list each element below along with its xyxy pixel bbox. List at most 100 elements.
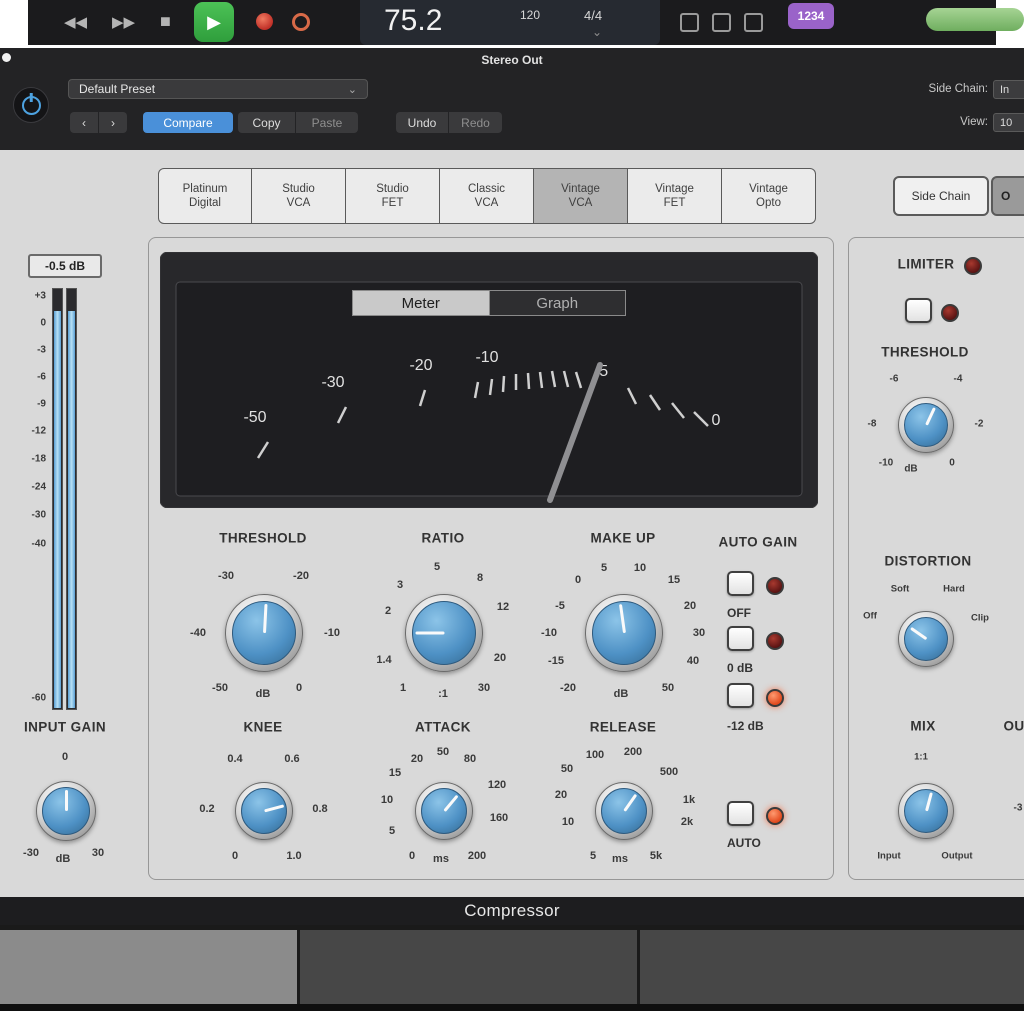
knob-label: -15	[548, 655, 564, 667]
limiter-button[interactable]	[905, 298, 932, 323]
knob-label: 1.0	[286, 850, 301, 862]
background-bottom-strip	[0, 1004, 1024, 1011]
vu-scale-label: 0	[712, 412, 721, 429]
rewind-icon[interactable]: ◀◀	[64, 13, 87, 31]
knob-cap	[412, 601, 476, 665]
input-gain-knob[interactable]	[36, 781, 96, 841]
knob-label: dB	[256, 688, 271, 700]
limiter-threshold-knob[interactable]	[898, 397, 954, 453]
mix-knob[interactable]	[898, 783, 954, 839]
chevron-down-icon[interactable]: ⌄	[592, 25, 602, 39]
knob-label: 30	[478, 682, 490, 694]
undo-label: Undo	[408, 116, 437, 130]
knob-label: -10	[324, 627, 340, 639]
knob-label: -10	[541, 627, 557, 639]
toolbar-icon-2[interactable]	[712, 13, 731, 32]
autogain-off-button[interactable]	[727, 571, 754, 596]
tab-label: Digital	[189, 196, 221, 210]
stop-icon[interactable]: ■	[160, 11, 171, 32]
auto-release-button[interactable]	[727, 801, 754, 826]
side-chain-dropdown[interactable]: In	[993, 80, 1024, 99]
knee-knob[interactable]	[235, 782, 293, 840]
attack-knob[interactable]	[415, 782, 473, 840]
tab-label: Studio	[282, 182, 315, 196]
vu-scale-label: -30	[321, 374, 344, 391]
knob-label: dB	[56, 853, 71, 865]
knob-label: ms	[612, 853, 628, 865]
model-tab-platinum-digital[interactable]: PlatinumDigital	[158, 168, 252, 224]
forward-arrow-icon: ›	[111, 116, 115, 130]
knob-label: 0	[409, 850, 415, 862]
cycle-icon[interactable]	[292, 13, 310, 31]
model-tab-vintage-opto[interactable]: VintageOpto	[722, 168, 816, 224]
preset-dropdown[interactable]: Default Preset ⌄	[68, 79, 368, 99]
limiter-threshold-title: THRESHOLD	[881, 345, 969, 360]
knob-label: 160	[490, 812, 508, 824]
autogain-minus12-button[interactable]	[727, 683, 754, 708]
readout-value: -0.5 dB	[45, 259, 85, 273]
knob-label: 2	[385, 605, 391, 617]
view-dropdown[interactable]: 10	[993, 113, 1024, 132]
side-chain-button[interactable]: Side Chain	[893, 176, 989, 216]
knob-cap	[601, 788, 647, 834]
threshold-title: THRESHOLD	[219, 531, 307, 546]
distortion-knob[interactable]	[898, 611, 954, 667]
knob-label: 5k	[650, 850, 662, 862]
side-chain-segment-label: O	[1001, 189, 1010, 203]
compare-label: Compare	[163, 116, 212, 130]
fast-forward-icon[interactable]: ▶▶	[112, 13, 135, 31]
background-region-right	[640, 930, 1024, 1004]
copy-button[interactable]: Copy	[238, 112, 295, 133]
paste-button[interactable]: Paste	[296, 112, 358, 133]
ratio-knob[interactable]	[405, 594, 483, 672]
play-button[interactable]: ▶	[194, 2, 234, 42]
side-chain-segment[interactable]: O	[991, 176, 1024, 216]
makeup-knob[interactable]	[585, 594, 663, 672]
model-tab-vintage-fet[interactable]: VintageFET	[628, 168, 722, 224]
knee-title: KNEE	[243, 720, 282, 735]
meter-tab[interactable]: Meter	[353, 291, 489, 315]
knob-label: 80	[464, 753, 476, 765]
knob-label: dB	[904, 464, 917, 475]
compare-button[interactable]: Compare	[143, 112, 233, 133]
redo-label: Redo	[461, 116, 490, 130]
toolbar-icon-1[interactable]	[680, 13, 699, 32]
toolbar-icon-3[interactable]	[744, 13, 763, 32]
view-label: View:	[960, 116, 988, 128]
knob-pointer	[925, 407, 936, 426]
level-meter-right	[66, 288, 77, 710]
undo-button[interactable]: Undo	[396, 112, 448, 133]
side-chain-label: Side Chain:	[929, 83, 988, 95]
knob-label: -2	[975, 419, 984, 430]
model-tab-vintage-vca[interactable]: VintageVCA	[534, 168, 628, 224]
power-button[interactable]	[13, 87, 49, 123]
model-tab-studio-vca[interactable]: StudioVCA	[252, 168, 346, 224]
model-tab-studio-fet[interactable]: StudioFET	[346, 168, 440, 224]
knob-label: 0	[949, 458, 955, 469]
knob-label: 5	[601, 562, 607, 574]
graph-tab[interactable]: Graph	[489, 291, 626, 315]
redo-button[interactable]: Redo	[449, 112, 502, 133]
record-button[interactable]	[256, 13, 273, 30]
knob-label: -50	[212, 682, 228, 694]
knob-label: 0	[296, 682, 302, 694]
vu-scale-label: -50	[243, 409, 266, 426]
meter-scale-label: -18	[32, 454, 46, 465]
model-tab-classic-vca[interactable]: ClassicVCA	[440, 168, 534, 224]
knob-pointer	[65, 790, 68, 811]
bpm-display: 120	[520, 8, 540, 22]
preset-forward-button[interactable]: ›	[99, 112, 127, 133]
threshold-knob[interactable]	[225, 594, 303, 672]
window-close-button[interactable]	[2, 53, 11, 62]
count-in-badge[interactable]: 1234	[788, 3, 834, 29]
makeup-title: MAKE UP	[590, 531, 655, 546]
preset-back-button[interactable]: ‹	[70, 112, 98, 133]
knob-cap	[42, 787, 90, 835]
autogain-0db-button[interactable]	[727, 626, 754, 651]
knob-label: 0	[62, 751, 68, 763]
meter-scale-label: -6	[37, 372, 46, 383]
autogain-off-label: OFF	[727, 606, 751, 620]
master-level-meter[interactable]	[926, 8, 1024, 31]
meter-scale-label: -60	[32, 693, 46, 704]
release-knob[interactable]	[595, 782, 653, 840]
